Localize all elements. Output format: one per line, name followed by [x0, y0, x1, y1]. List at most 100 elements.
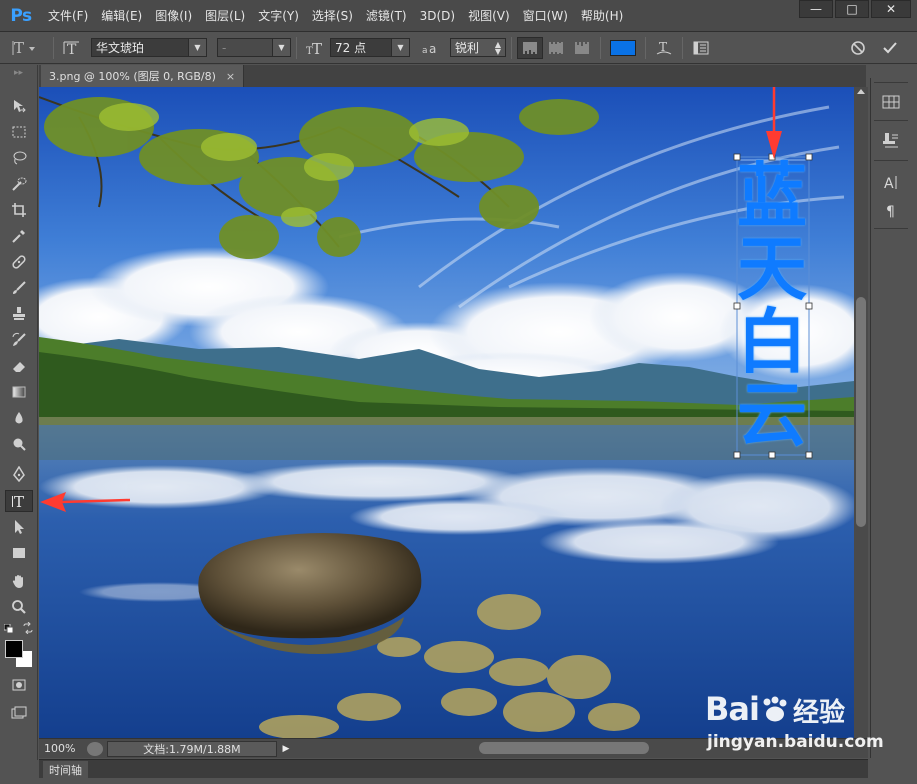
pen-tool[interactable]: [5, 463, 33, 485]
hand-tool[interactable]: [5, 570, 33, 592]
menu-bar: Ps 文件(F) 编辑(E) 图像(I) 图层(L) 文字(Y) 选择(S) 滤…: [0, 0, 917, 32]
blur-tool[interactable]: [5, 407, 33, 429]
character-icon: A: [884, 176, 897, 191]
screen-mode-button[interactable]: [5, 702, 33, 724]
type-tool[interactable]: T: [5, 490, 33, 512]
vertical-scrollbar[interactable]: [854, 87, 868, 738]
close-window-button[interactable]: ✕: [871, 0, 911, 18]
foreground-color-swatch[interactable]: [5, 640, 23, 658]
paragraph-panel-button[interactable]: ¶: [877, 198, 905, 222]
watermark-url: jingyan.baidu.com: [707, 732, 884, 752]
clone-stamp-tool[interactable]: [5, 303, 33, 325]
history-brush-tool[interactable]: [5, 329, 33, 351]
toggle-text-orientation-button[interactable]: T: [59, 37, 85, 59]
eraser-tool[interactable]: [5, 355, 33, 377]
pen-icon: [13, 466, 25, 482]
panel-grip-icon[interactable]: ▸▸: [0, 65, 37, 81]
character-panel-dock-button[interactable]: A: [877, 170, 905, 194]
gradient-tool[interactable]: [5, 381, 33, 403]
vertical-text-layer[interactable]: 蓝 天 白 云: [735, 161, 809, 453]
stamp-preset-icon: [883, 133, 898, 148]
menu-window[interactable]: 窗口(W): [517, 0, 575, 32]
dodge-icon: [13, 438, 26, 451]
document-canvas[interactable]: 蓝 天 白 云: [39, 87, 854, 738]
brush-icon: [13, 281, 26, 294]
history-panel-button[interactable]: [877, 90, 905, 114]
vertical-scroll-thumb[interactable]: [856, 297, 866, 527]
svg-text:¶: ¶: [886, 204, 895, 219]
warp-text-icon: T: [656, 40, 672, 54]
document-tab[interactable]: 3.png @ 100% (图层 0, RGB/8) ×: [41, 65, 245, 87]
crop-tool[interactable]: [5, 199, 33, 221]
eraser-icon: [13, 362, 25, 372]
dodge-tool[interactable]: [5, 433, 33, 455]
marquee-tool[interactable]: [5, 121, 33, 143]
align-top-button[interactable]: [517, 36, 543, 59]
lasso-tool[interactable]: [5, 147, 33, 169]
text-orientation-icon: T: [63, 41, 79, 57]
menu-view[interactable]: 视图(V): [462, 0, 517, 32]
maximize-button[interactable]: □: [835, 0, 869, 18]
menu-layer[interactable]: 图层(L): [199, 0, 252, 32]
default-colors-icon[interactable]: [3, 623, 14, 634]
lasso-icon: [13, 151, 27, 165]
options-bar: T T 华文琥珀 ▼ - ▼ TT 72 点 ▼ a a 锐利 ▲ ▼ T: [0, 32, 917, 64]
stamp-icon: [13, 307, 25, 320]
hand-icon: [12, 575, 23, 588]
menu-type[interactable]: 文字(Y): [252, 0, 306, 32]
photoshop-window: Ps 文件(F) 编辑(E) 图像(I) 图层(L) 文字(Y) 选择(S) 滤…: [0, 0, 917, 784]
align-center-button[interactable]: [543, 37, 569, 59]
vertical-type-tool-preset[interactable]: T: [0, 36, 48, 60]
warp-text-button[interactable]: T: [651, 37, 677, 59]
svg-text:T: T: [14, 493, 24, 509]
path-selection-tool[interactable]: [5, 516, 33, 538]
swap-colors-icon[interactable]: [22, 621, 34, 635]
menu-file[interactable]: 文件(F): [42, 0, 95, 32]
rectangle-tool[interactable]: [5, 542, 33, 564]
align-bottom-button[interactable]: [569, 37, 595, 59]
paw-logo-icon: [763, 696, 787, 722]
tool-presets-button[interactable]: [877, 128, 905, 152]
menu-select[interactable]: 选择(S): [306, 0, 360, 32]
zoom-level[interactable]: 100%: [39, 742, 87, 755]
text-color-swatch-wrapper[interactable]: [606, 39, 640, 56]
status-menu-play-icon[interactable]: ▶: [279, 742, 293, 756]
status-info-icon[interactable]: [87, 741, 103, 756]
menu-edit[interactable]: 编辑(E): [95, 0, 149, 32]
vertical-type-icon: T: [12, 39, 35, 57]
eyedropper-tool[interactable]: [5, 225, 33, 247]
svg-text:a: a: [429, 42, 436, 56]
svg-text:a: a: [422, 46, 428, 56]
marquee-icon: [12, 126, 26, 138]
zoom-tool[interactable]: [5, 596, 33, 618]
move-tool[interactable]: [5, 95, 33, 117]
menu-help[interactable]: 帮助(H): [575, 0, 630, 32]
annotation-arrow-down-icon: [766, 87, 782, 159]
menu-filter[interactable]: 滤镜(T): [360, 0, 414, 32]
anti-alias-select[interactable]: 锐利 ▲ ▼: [450, 38, 506, 57]
watermark-suffix: 经验: [793, 698, 846, 728]
menu-image[interactable]: 图像(I): [149, 0, 199, 32]
landscape-image: [39, 87, 854, 738]
quick-selection-tool[interactable]: [5, 173, 33, 195]
timeline-tab[interactable]: 时间轴: [43, 761, 88, 778]
healing-brush-tool[interactable]: [5, 251, 33, 273]
brush-tool[interactable]: [5, 277, 33, 299]
font-family-select[interactable]: 华文琥珀 ▼: [91, 38, 207, 57]
cancel-edits-button[interactable]: [845, 37, 871, 59]
scroll-up-icon[interactable]: [857, 89, 865, 94]
menu-3d[interactable]: 3D(D): [414, 0, 462, 32]
horizontal-scroll-thumb[interactable]: [479, 742, 649, 754]
minimize-button[interactable]: —: [799, 0, 833, 18]
commit-edits-button[interactable]: [877, 37, 903, 59]
font-size-select[interactable]: 72 点 ▼: [330, 38, 410, 57]
text-color-swatch[interactable]: [610, 39, 636, 56]
panel-toggle-icon: [693, 41, 709, 54]
quick-mask-button[interactable]: [5, 674, 33, 696]
svg-text:T: T: [67, 42, 77, 57]
close-tab-icon[interactable]: ×: [226, 70, 235, 83]
move-icon: [14, 100, 26, 113]
character-panel-button[interactable]: [688, 37, 714, 59]
font-style-select[interactable]: - ▼: [217, 38, 291, 57]
font-size-icon: TT: [302, 37, 328, 59]
